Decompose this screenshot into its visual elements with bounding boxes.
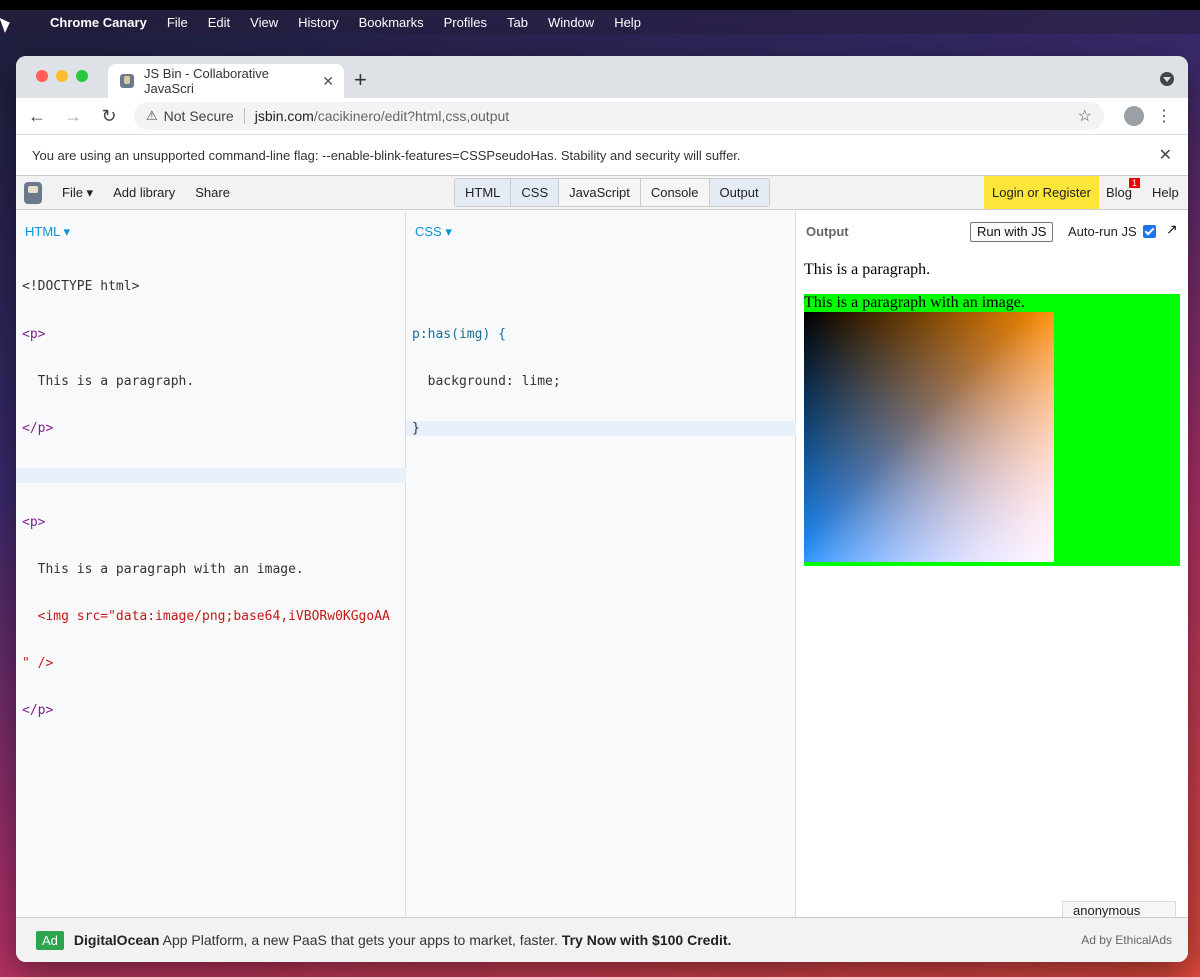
omnibox-divider [243, 108, 245, 124]
ad-cta[interactable]: Try Now with $100 Credit. [562, 932, 732, 948]
output-paragraph-text: This is a paragraph with an image. [804, 294, 1025, 311]
css-code[interactable]: p:has(img) { background: lime; } [406, 248, 796, 468]
toggle-console[interactable]: Console [640, 179, 710, 206]
reload-icon[interactable]: ↻ [94, 106, 124, 127]
code-line: This is a paragraph with an image. [22, 561, 304, 577]
auto-run-toggle[interactable]: Auto-run JS [1068, 224, 1156, 239]
mac-menubar: Chrome Canary File Edit View History Boo… [0, 10, 1200, 34]
output-panel[interactable]: Output Run with JS Auto-run JS ↗ This is… [796, 211, 1188, 917]
popout-icon[interactable]: ↗ [1166, 221, 1178, 238]
menu-profiles[interactable]: Profiles [444, 15, 487, 30]
forward-arrow-icon[interactable]: → [58, 106, 88, 127]
code-line: p:has(img) { [412, 326, 506, 342]
address-bar[interactable]: ⚠ Not Secure jsbin.com /cacikinero/edit?… [134, 102, 1104, 130]
file-menu[interactable]: File ▾ [62, 185, 93, 201]
code-line: <img src="data:image/png;base64,iVBORw0K… [22, 609, 390, 625]
html-panel[interactable]: HTML ▾ <!DOCTYPE html> <p> This is a par… [16, 211, 406, 917]
toggle-output[interactable]: Output [709, 179, 769, 206]
login-register-button[interactable]: Login or Register [984, 176, 1099, 209]
code-line-active: } [406, 420, 796, 437]
editor-panels: HTML ▾ <!DOCTYPE html> <p> This is a par… [16, 211, 1188, 917]
css-panel[interactable]: CSS ▾ p:has(img) { background: lime; } [406, 211, 796, 917]
code-line-active [16, 467, 406, 484]
output-paragraph: This is a paragraph. [804, 261, 931, 278]
code-line: </p> [22, 420, 54, 436]
url-host: jsbin.com [254, 108, 314, 124]
panel-toggles: HTML CSS JavaScript Console Output [454, 178, 770, 207]
jsbin-toolbar: File ▾ Add library Share HTML CSS JavaSc… [16, 176, 1188, 210]
security-label: Not Secure [163, 108, 234, 124]
share-button[interactable]: Share [195, 185, 230, 200]
browser-menu-icon[interactable]: ⋮ [1156, 106, 1172, 126]
profile-avatar-icon[interactable] [1124, 106, 1144, 126]
jsbin-favicon-icon [120, 74, 134, 88]
menu-view[interactable]: View [250, 15, 278, 30]
output-panel-label: Output [806, 224, 849, 239]
output-paragraph-with-image: This is a paragraph with an image. [804, 294, 1180, 566]
bookmark-star-icon[interactable]: ☆ [1078, 106, 1092, 126]
menu-window[interactable]: Window [548, 15, 594, 30]
auto-run-checkbox[interactable] [1142, 225, 1156, 238]
warning-icon: ⚠ [146, 108, 158, 123]
menu-tab[interactable]: Tab [507, 15, 528, 30]
browser-toolbar: ← → ↻ ⚠ Not Secure jsbin.com /cacikinero… [16, 98, 1188, 134]
tab-strip: JS Bin - Collaborative JavaScri ✕ + [16, 56, 1188, 98]
infobar-close-icon[interactable]: ✕ [1159, 145, 1172, 165]
new-tab-button[interactable]: + [354, 67, 367, 93]
browser-window: JS Bin - Collaborative JavaScri ✕ + ← → … [16, 56, 1188, 962]
ad-tag: Ad [36, 930, 64, 950]
code-line: <p> [22, 326, 46, 342]
menu-history[interactable]: History [298, 15, 338, 30]
gradient-image [804, 312, 1054, 562]
menu-edit[interactable]: Edit [208, 15, 230, 30]
code-line: This is a paragraph. [22, 373, 195, 389]
ad-text[interactable]: DigitalOcean App Platform, a new PaaS th… [74, 932, 732, 948]
run-with-js-button[interactable]: Run with JS [970, 222, 1054, 242]
maximize-window-button[interactable] [76, 70, 88, 82]
tab-jsbin[interactable]: JS Bin - Collaborative JavaScri ✕ [108, 64, 344, 98]
ad-body: App Platform, a new PaaS that gets your … [159, 932, 562, 948]
add-library-button[interactable]: Add library [113, 185, 175, 200]
infobar: You are using an unsupported command-lin… [16, 134, 1188, 176]
code-line: background: lime; [412, 373, 561, 389]
menu-bookmarks[interactable]: Bookmarks [359, 15, 424, 30]
top-strip [0, 0, 1200, 10]
menu-help[interactable]: Help [614, 15, 641, 30]
blog-badge: 1 [1129, 178, 1141, 188]
help-link[interactable]: Help [1152, 176, 1179, 209]
code-line: </p> [22, 703, 54, 719]
toggle-css[interactable]: CSS [511, 179, 560, 206]
menu-app-name[interactable]: Chrome Canary [50, 15, 147, 30]
html-code[interactable]: <!DOCTYPE html> <p> This is a paragraph.… [16, 248, 406, 750]
ad-by-ethicalads[interactable]: Ad by EthicalAds [1081, 933, 1172, 947]
ad-bar[interactable]: Ad DigitalOcean App Platform, a new PaaS… [16, 917, 1188, 962]
jsbin-logo-icon[interactable] [24, 181, 42, 204]
toggle-javascript[interactable]: JavaScript [559, 179, 641, 206]
window-controls [36, 70, 96, 82]
output-render: This is a paragraph. [804, 261, 930, 279]
auto-run-label: Auto-run JS [1068, 224, 1137, 239]
url-path: /cacikinero/edit?html,css,output [313, 108, 510, 124]
anonymous-badge[interactable]: anonymous [1062, 901, 1176, 917]
close-window-button[interactable] [36, 70, 48, 82]
code-line: <!DOCTYPE html> [22, 279, 140, 295]
html-panel-label[interactable]: HTML ▾ [25, 224, 70, 240]
code-line: <p> [22, 514, 46, 530]
toggle-html[interactable]: HTML [455, 179, 512, 206]
ad-brand: DigitalOcean [73, 932, 160, 948]
tab-search-icon[interactable] [1160, 72, 1174, 86]
close-tab-icon[interactable]: ✕ [322, 73, 334, 90]
minimize-window-button[interactable] [56, 70, 68, 82]
code-line: " /> [22, 656, 54, 672]
back-arrow-icon[interactable]: ← [22, 106, 52, 127]
infobar-message: You are using an unsupported command-lin… [32, 147, 741, 163]
css-panel-label[interactable]: CSS ▾ [415, 224, 452, 240]
tab-title: JS Bin - Collaborative JavaScri [143, 66, 269, 96]
menu-file[interactable]: File [167, 15, 188, 30]
